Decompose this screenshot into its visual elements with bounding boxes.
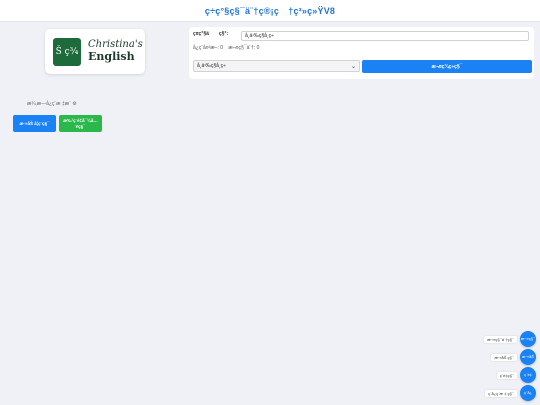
search-stats: å¿ç¨å¤²æ–: 0 æ¬¤ç§¯ä¨†: 0 <box>193 45 263 51</box>
filter-select-value: å¸ä¹‰ç§å¸ç÷ <box>197 63 226 69</box>
fab-label: ç¨å¿ç¨æ ‡ ç§¯ <box>485 389 517 397</box>
fab-label: ç¨é‡ç§¯ <box>496 371 517 379</box>
logo-card: Š ç¾ Christina's English <box>45 29 145 74</box>
app-title: ç÷ç°§ç§¯ä¨†ç®¡ç †ç³»ç»ŸV8 <box>204 6 336 16</box>
logo-line-2: English <box>88 49 135 63</box>
search-label: ç¤ç°§ä ç§°: <box>193 31 229 37</box>
stat-item: æ¬¤ç§¯ä¨†: 0 <box>228 45 260 51</box>
search-input[interactable]: å¸ä¹‰ç§å¸ç÷ <box>241 31 529 41</box>
fab-row: ç¨å¿ç¨æ ‡ ç§¯ ç¨å¿ <box>485 385 536 401</box>
fab-button[interactable]: ç¨å¿ <box>520 385 536 401</box>
fab-row: ç¨é‡ç§¯ ç¨é‡ <box>496 367 536 383</box>
go-button[interactable]: æ¬¤ç­¾ç÷ç§¯ <box>362 60 532 73</box>
fab-label: æ·»åŠ ç§¯ <box>491 353 517 361</box>
sidebar-label: æ¼‚æ—å¿ç¨æ ‡æ¨ ⚙ <box>27 101 77 107</box>
app-header: ç÷ç°§ç§¯ä¨†ç®¡ç †ç³»ç»ŸV8 <box>0 0 540 22</box>
batch-import-button[interactable]: æ‰¹ç¨é‡å¯¼å…¥ç§¯ <box>59 115 102 132</box>
logo-text: Christina's English <box>88 39 143 63</box>
fab-button[interactable]: æ¬¤ç§¯ <box>520 331 536 347</box>
fab-button[interactable]: ç¨é‡ <box>520 367 536 383</box>
fab-row: æ·»åŠ ç§¯ æ·»åŠ <box>491 349 536 365</box>
filter-select[interactable]: å¸ä¹‰ç§å¸ç÷ ⌄ <box>193 60 360 72</box>
fab-row: æ¬¤ç§¯ä¨†ç§¯ æ¬¤ç§¯ <box>484 331 536 347</box>
add-student-button[interactable]: æ·»åŠ å­¦ç¨ç§¯ <box>13 115 56 132</box>
fab-button[interactable]: æ·»åŠ <box>520 349 536 365</box>
chevron-down-icon: ⌄ <box>350 63 356 70</box>
logo-icon: Š ç¾ <box>53 37 81 66</box>
stat-item: å¿ç¨å¤²æ–: 0 <box>193 45 224 51</box>
fab-label: æ¬¤ç§¯ä¨†ç§¯ <box>484 335 517 343</box>
